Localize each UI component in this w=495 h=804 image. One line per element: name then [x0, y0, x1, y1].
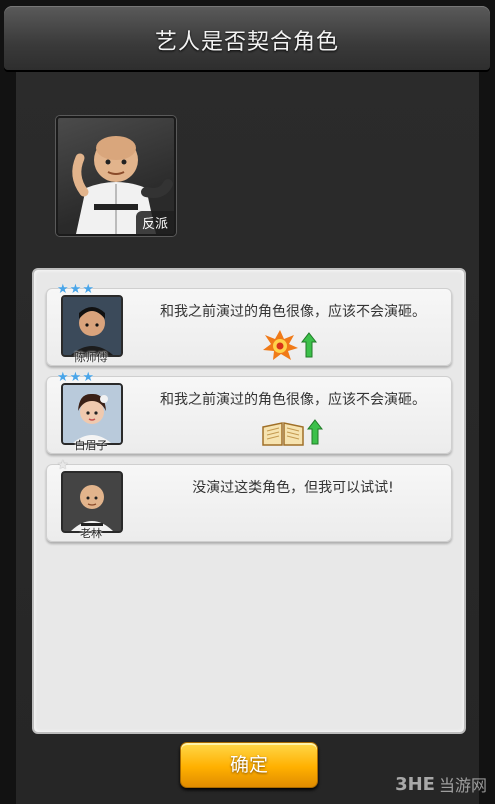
game-dialog: 艺人是否契合角色 反派 ★ ★ ★ 陈师傅 和我之前演过的角色很像，应该不会演砸… [0, 0, 495, 804]
actor-list-panel: ★ ★ ★ 陈师傅 和我之前演过的角色很像，应该不会演砸。 ★ ★ ★ 白眉子 … [32, 268, 466, 734]
actor-avatar [61, 295, 123, 357]
woman-portrait-icon [63, 385, 121, 443]
star-icon: ★ [69, 370, 82, 385]
man-portrait-icon [63, 297, 121, 355]
actor-avatar [61, 383, 123, 445]
star-rating: ★ [57, 459, 69, 473]
star-icon: ★ [82, 282, 94, 297]
book-icon [262, 422, 304, 446]
actor-name: 陈师傅 [74, 351, 108, 364]
star-icon: ★ [69, 282, 82, 297]
star-icon: ★ [82, 370, 94, 385]
confirm-button[interactable]: 确定 [180, 742, 318, 788]
star-icon: ★ [57, 282, 69, 297]
watermark-logo: 3HE [395, 773, 435, 795]
actor-quote: 和我之前演过的角色很像，应该不会演砸。 [160, 304, 426, 320]
explosion-icon [263, 330, 298, 360]
star-rating: ★ ★ ★ [57, 283, 94, 297]
site-watermark: 3HE 当游网 [395, 772, 487, 796]
bonus-indicator [261, 417, 323, 447]
bald-man-portrait-icon [63, 473, 121, 531]
role-portrait: 反派 [56, 116, 176, 236]
star-icon: ★ [57, 458, 69, 473]
actor-name: 白眉子 [74, 439, 108, 452]
arrow-up-icon [301, 332, 317, 358]
star-rating: ★ ★ ★ [57, 371, 94, 385]
bonus-indicator [261, 329, 317, 361]
role-type-badge: 反派 [135, 211, 174, 234]
actor-avatar [61, 471, 123, 533]
actor-quote: 没演过这类角色，但我可以试试! [192, 480, 394, 496]
actor-row[interactable]: ★ 老林 没演过这类角色，但我可以试试! [46, 459, 452, 542]
arrow-up-icon [307, 419, 323, 445]
dialog-title: 艺人是否契合角色 [154, 30, 339, 55]
star-icon: ★ [57, 370, 69, 385]
watermark-text: 当游网 [438, 776, 487, 795]
actor-row[interactable]: ★ ★ ★ 白眉子 和我之前演过的角色很像，应该不会演砸。 [46, 371, 452, 454]
actor-name: 老林 [80, 527, 102, 540]
actor-row[interactable]: ★ ★ ★ 陈师傅 和我之前演过的角色很像，应该不会演砸。 [46, 283, 452, 366]
actor-quote: 和我之前演过的角色很像，应该不会演砸。 [160, 392, 426, 408]
dialog-header: 艺人是否契合角色 [4, 6, 490, 70]
